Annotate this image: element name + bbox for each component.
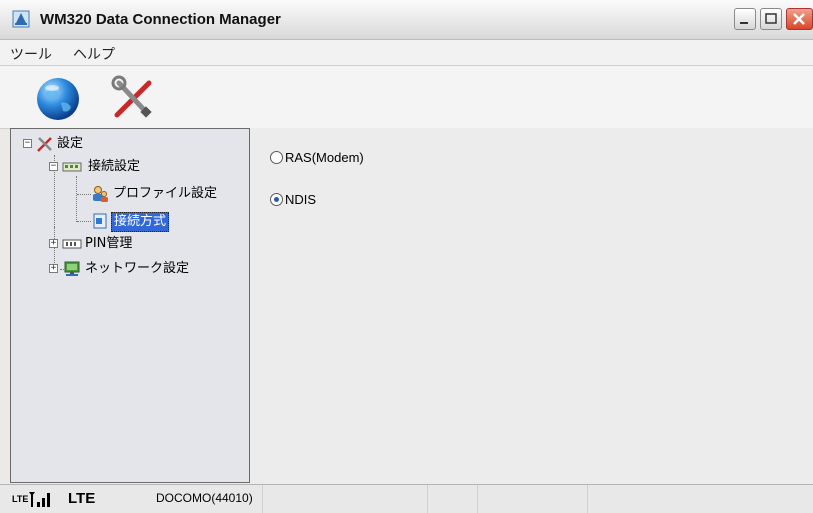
tree-label-selected: 接続方式	[111, 212, 170, 232]
collapse-toggle[interactable]: −	[23, 139, 32, 148]
monitor-icon	[64, 261, 80, 276]
expand-toggle[interactable]: +	[49, 239, 58, 248]
settings-button[interactable]	[109, 73, 159, 123]
content-panel: RAS(Modem) NDIS	[250, 128, 813, 483]
minimize-icon	[740, 22, 748, 24]
connect-button[interactable]	[33, 73, 83, 123]
title-bar[interactable]: WM320 Data Connection Manager	[0, 0, 813, 40]
status-segment	[0, 485, 263, 513]
app-icon	[12, 10, 30, 28]
status-segment	[262, 485, 428, 513]
network-card-icon	[62, 162, 82, 172]
window-title: WM320 Data Connection Manager	[40, 11, 281, 28]
menu-help[interactable]: ヘルプ	[73, 44, 115, 64]
users-icon	[93, 186, 108, 202]
tree-label: プロファイル設定	[113, 186, 218, 201]
close-button[interactable]	[786, 8, 813, 30]
tree-connector	[76, 176, 77, 222]
toolbar	[0, 66, 813, 129]
ras-modem-label: RAS(Modem)	[285, 150, 364, 165]
status-segment	[477, 485, 588, 513]
settings-tree: − 設定 − 接続設定 プロファイル設定 接続方式 + PIN管理 + ネットワ…	[10, 128, 250, 483]
maximize-button[interactable]	[760, 8, 782, 30]
tree-connector	[77, 221, 91, 222]
close-icon	[793, 13, 805, 25]
ndis-radio[interactable]	[270, 193, 283, 206]
collapse-toggle[interactable]: −	[49, 162, 58, 171]
tree-label: 接続設定	[88, 159, 141, 174]
tree-label: ネットワーク設定	[85, 261, 190, 276]
status-segment	[427, 485, 478, 513]
tree-label: 設定	[57, 136, 84, 151]
expand-toggle[interactable]: +	[49, 264, 58, 273]
globe-icon	[37, 78, 79, 120]
ras-modem-radio[interactable]	[270, 151, 283, 164]
minimize-button[interactable]	[734, 8, 756, 30]
tree-label: PIN管理	[85, 236, 133, 251]
menu-bar: ツール ヘルプ	[0, 40, 813, 66]
ndis-label: NDIS	[285, 192, 317, 207]
tools-icon	[37, 137, 52, 152]
tree-connector	[77, 194, 91, 195]
menu-tools[interactable]: ツール	[10, 44, 52, 64]
app-window: WM320 Data Connection Manager ツール ヘルプ − …	[0, 0, 813, 513]
maximize-icon	[765, 13, 777, 24]
sim-icon	[62, 239, 82, 249]
status-bar: LTE LTE DOCOMO(44010)	[0, 484, 813, 513]
tools-icon	[111, 75, 152, 118]
document-icon	[93, 213, 107, 229]
